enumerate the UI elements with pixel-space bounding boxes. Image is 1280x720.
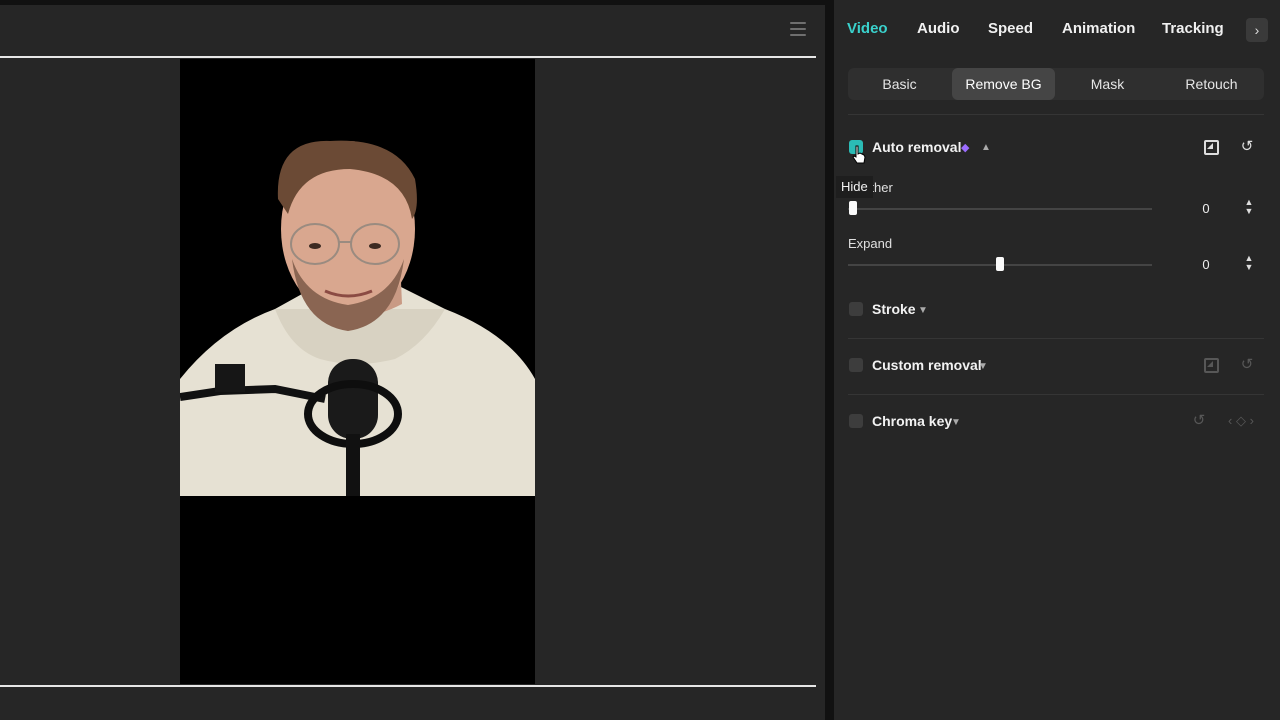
reset-icon: ↺ [1240,356,1254,373]
caret-up-icon[interactable]: ▲ [981,142,991,153]
tab-video[interactable]: Video [847,20,888,37]
inspector-tabs: Video Audio Speed Animation Tracking › [834,0,1280,58]
tooltip: Hide [836,176,873,198]
caret-down-icon[interactable]: ▼ [951,417,961,428]
edit-mask-icon[interactable] [1204,140,1219,155]
diamond-icon: ◆ [961,142,970,154]
remove-bg-subtabs: Basic Remove BG Mask Retouch [848,68,1264,100]
expand-stepper-icon[interactable]: ▲ ▼ [1243,254,1255,274]
feather-slider[interactable] [848,208,1152,210]
stroke-label: Stroke [872,301,916,317]
canvas-boundary-bottom [0,685,816,687]
caret-down-icon[interactable]: ▼ [918,305,928,316]
chevron-right-icon[interactable]: › [1246,18,1268,42]
edit-mask-icon [1204,358,1219,373]
feather-slider-knob[interactable] [849,201,857,215]
keyframe-nav-icon: ‹ ◇ › [1228,413,1254,428]
stroke-checkbox[interactable] [849,302,863,316]
subtab-remove-bg[interactable]: Remove BG [952,68,1055,100]
hamburger-menu-icon[interactable] [790,22,806,36]
divider [848,114,1264,115]
subtab-retouch[interactable]: Retouch [1160,68,1263,100]
chroma-key-label: Chroma key [872,413,953,429]
caret-down-icon[interactable]: ▼ [978,361,988,372]
expand-label: Expand [848,236,893,251]
divider [848,394,1264,395]
video-preview[interactable] [180,59,535,684]
reset-icon: ↺ [1192,412,1206,429]
expand-slider-knob[interactable] [996,257,1004,271]
expand-value[interactable]: 0 [1186,257,1226,272]
preview-panel [0,0,825,720]
panel-divider[interactable] [825,0,834,720]
person-video-frame [180,140,535,684]
tab-audio[interactable]: Audio [917,20,960,37]
feather-value[interactable]: 0 [1186,201,1226,216]
divider [848,338,1264,339]
tab-animation[interactable]: Animation [1062,20,1135,37]
custom-removal-checkbox[interactable] [849,358,863,372]
tab-speed[interactable]: Speed [988,20,1033,37]
reset-icon[interactable]: ↺ [1238,138,1256,156]
canvas-boundary-top [0,56,816,58]
auto-removal-label: Auto removal [872,139,962,155]
inspector-panel: Video Audio Speed Animation Tracking › B… [834,0,1280,720]
hand-cursor-icon [852,145,866,164]
subtab-mask[interactable]: Mask [1056,68,1159,100]
top-strip [0,0,825,5]
feather-stepper-icon[interactable]: ▲ ▼ [1243,198,1255,218]
custom-removal-label: Custom removal [872,357,982,373]
chroma-key-checkbox[interactable] [849,414,863,428]
subtab-basic[interactable]: Basic [848,68,951,100]
tab-tracking[interactable]: Tracking [1162,20,1224,37]
